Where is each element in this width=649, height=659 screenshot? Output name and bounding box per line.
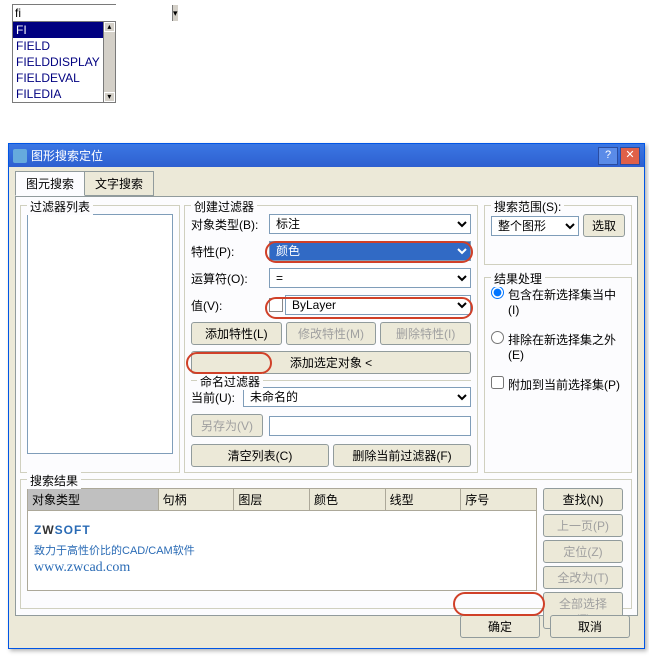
brand-tagline: 致力于高性价比的CAD/CAM软件: [34, 542, 542, 558]
autocomplete-item[interactable]: FI: [13, 22, 103, 38]
cancel-button[interactable]: 取消: [550, 615, 630, 638]
scope-select[interactable]: 整个图形: [491, 216, 579, 236]
col-object-type[interactable]: 对象类型: [28, 489, 159, 511]
command-dropdown-toggle[interactable]: [172, 5, 178, 21]
close-button[interactable]: ✕: [620, 147, 640, 165]
prev-page-button[interactable]: 上一页(P): [543, 514, 623, 537]
append-checkbox[interactable]: [491, 376, 504, 389]
col-color[interactable]: 颜色: [309, 489, 385, 511]
autocomplete-scrollbar[interactable]: ▴ ▾: [103, 22, 115, 102]
col-handle[interactable]: 句柄: [158, 489, 234, 511]
dialog-title: 图形搜索定位: [31, 147, 598, 164]
results-body[interactable]: ZWSOFT 致力于高性价比的CAD/CAM软件 www.zwcad.com: [27, 511, 537, 591]
add-selected-object-button[interactable]: 添加选定对象 <: [191, 351, 471, 374]
value-select[interactable]: ByLayer: [285, 295, 471, 315]
tab-entity-search[interactable]: 图元搜索: [15, 171, 85, 196]
object-type-label: 对象类型(B):: [191, 216, 269, 233]
result-handling-legend: 结果处理: [491, 270, 545, 287]
brand-url: www.zwcad.com: [34, 560, 542, 576]
help-button[interactable]: ?: [598, 147, 618, 165]
filter-list-group: 过滤器列表: [20, 205, 180, 473]
col-layer[interactable]: 图层: [234, 489, 310, 511]
create-filter-legend: 创建过滤器: [191, 198, 257, 215]
autocomplete-item[interactable]: FIELDEVAL: [13, 70, 103, 86]
col-linetype[interactable]: 线型: [385, 489, 461, 511]
search-results-legend: 搜索结果: [27, 472, 81, 489]
search-scope-group: 搜索范围(S): 整个图形 选取: [484, 205, 632, 265]
property-label: 特性(P):: [191, 243, 269, 260]
tab-text-search[interactable]: 文字搜索: [84, 171, 154, 196]
results-table: 对象类型 句柄 图层 颜色 线型 序号: [27, 488, 537, 511]
scroll-down-icon[interactable]: ▾: [104, 92, 115, 102]
command-autocomplete: FI FIELD FIELDDISPLAY FIELDEVAL FILEDIA …: [12, 4, 116, 103]
scroll-up-icon[interactable]: ▴: [104, 22, 115, 32]
search-locate-dialog: 图形搜索定位 ? ✕ 图元搜索 文字搜索 过滤器列表 创建过滤器 对象类型(B)…: [8, 143, 645, 649]
pick-button[interactable]: 选取: [583, 214, 625, 237]
operator-select[interactable]: =: [269, 268, 471, 288]
ok-button[interactable]: 确定: [460, 615, 540, 638]
clear-list-button[interactable]: 清空列表(C): [191, 444, 329, 467]
object-type-select[interactable]: 标注: [269, 214, 471, 234]
brand-logo: ZWSOFT: [34, 517, 542, 540]
current-filter-select[interactable]: 未命名的: [243, 387, 471, 407]
filter-listbox[interactable]: [27, 214, 173, 454]
include-label: 包含在新选择集当中(I): [508, 286, 625, 317]
find-button[interactable]: 查找(N): [543, 488, 623, 511]
save-as-input[interactable]: [269, 416, 471, 436]
append-label: 附加到当前选择集(P): [508, 376, 620, 393]
color-swatch-icon: [269, 298, 283, 312]
value-label: 值(V):: [191, 297, 269, 314]
exclude-label: 排除在新选择集之外(E): [508, 331, 625, 362]
current-label: 当前(U):: [191, 389, 243, 406]
autocomplete-item[interactable]: FIELD: [13, 38, 103, 54]
naming-filter-legend: 命名过滤器: [197, 373, 263, 390]
command-input[interactable]: [13, 5, 172, 21]
app-icon: [13, 149, 27, 163]
locate-button[interactable]: 定位(Z): [543, 540, 623, 563]
save-as-button[interactable]: 另存为(V): [191, 414, 263, 437]
change-all-button[interactable]: 全改为(T): [543, 566, 623, 589]
tab-panel: 过滤器列表 创建过滤器 对象类型(B): 标注 特性(P): 颜色 运算符(O)…: [15, 196, 638, 616]
delete-property-button[interactable]: 删除特性(I): [380, 322, 471, 345]
autocomplete-item[interactable]: FILEDIA: [13, 86, 103, 102]
col-index[interactable]: 序号: [461, 489, 537, 511]
delete-current-filter-button[interactable]: 删除当前过滤器(F): [333, 444, 471, 467]
result-handling-group: 结果处理 包含在新选择集当中(I) 排除在新选择集之外(E) 附加到当前选择集(…: [484, 277, 632, 473]
autocomplete-list: FI FIELD FIELDDISPLAY FIELDEVAL FILEDIA: [13, 22, 103, 102]
filter-list-legend: 过滤器列表: [27, 198, 93, 215]
operator-label: 运算符(O):: [191, 270, 269, 287]
property-select[interactable]: 颜色: [269, 241, 471, 261]
autocomplete-item[interactable]: FIELDDISPLAY: [13, 54, 103, 70]
search-results-group: 搜索结果 对象类型 句柄 图层 颜色 线型 序号: [20, 479, 632, 609]
exclude-radio[interactable]: [491, 331, 504, 344]
create-filter-group: 创建过滤器 对象类型(B): 标注 特性(P): 颜色 运算符(O): = 值(…: [184, 205, 478, 473]
titlebar[interactable]: 图形搜索定位 ? ✕: [9, 144, 644, 167]
add-property-button[interactable]: 添加特性(L): [191, 322, 282, 345]
modify-property-button[interactable]: 修改特性(M): [286, 322, 377, 345]
include-radio[interactable]: [491, 286, 504, 299]
search-scope-legend: 搜索范围(S):: [491, 198, 564, 215]
